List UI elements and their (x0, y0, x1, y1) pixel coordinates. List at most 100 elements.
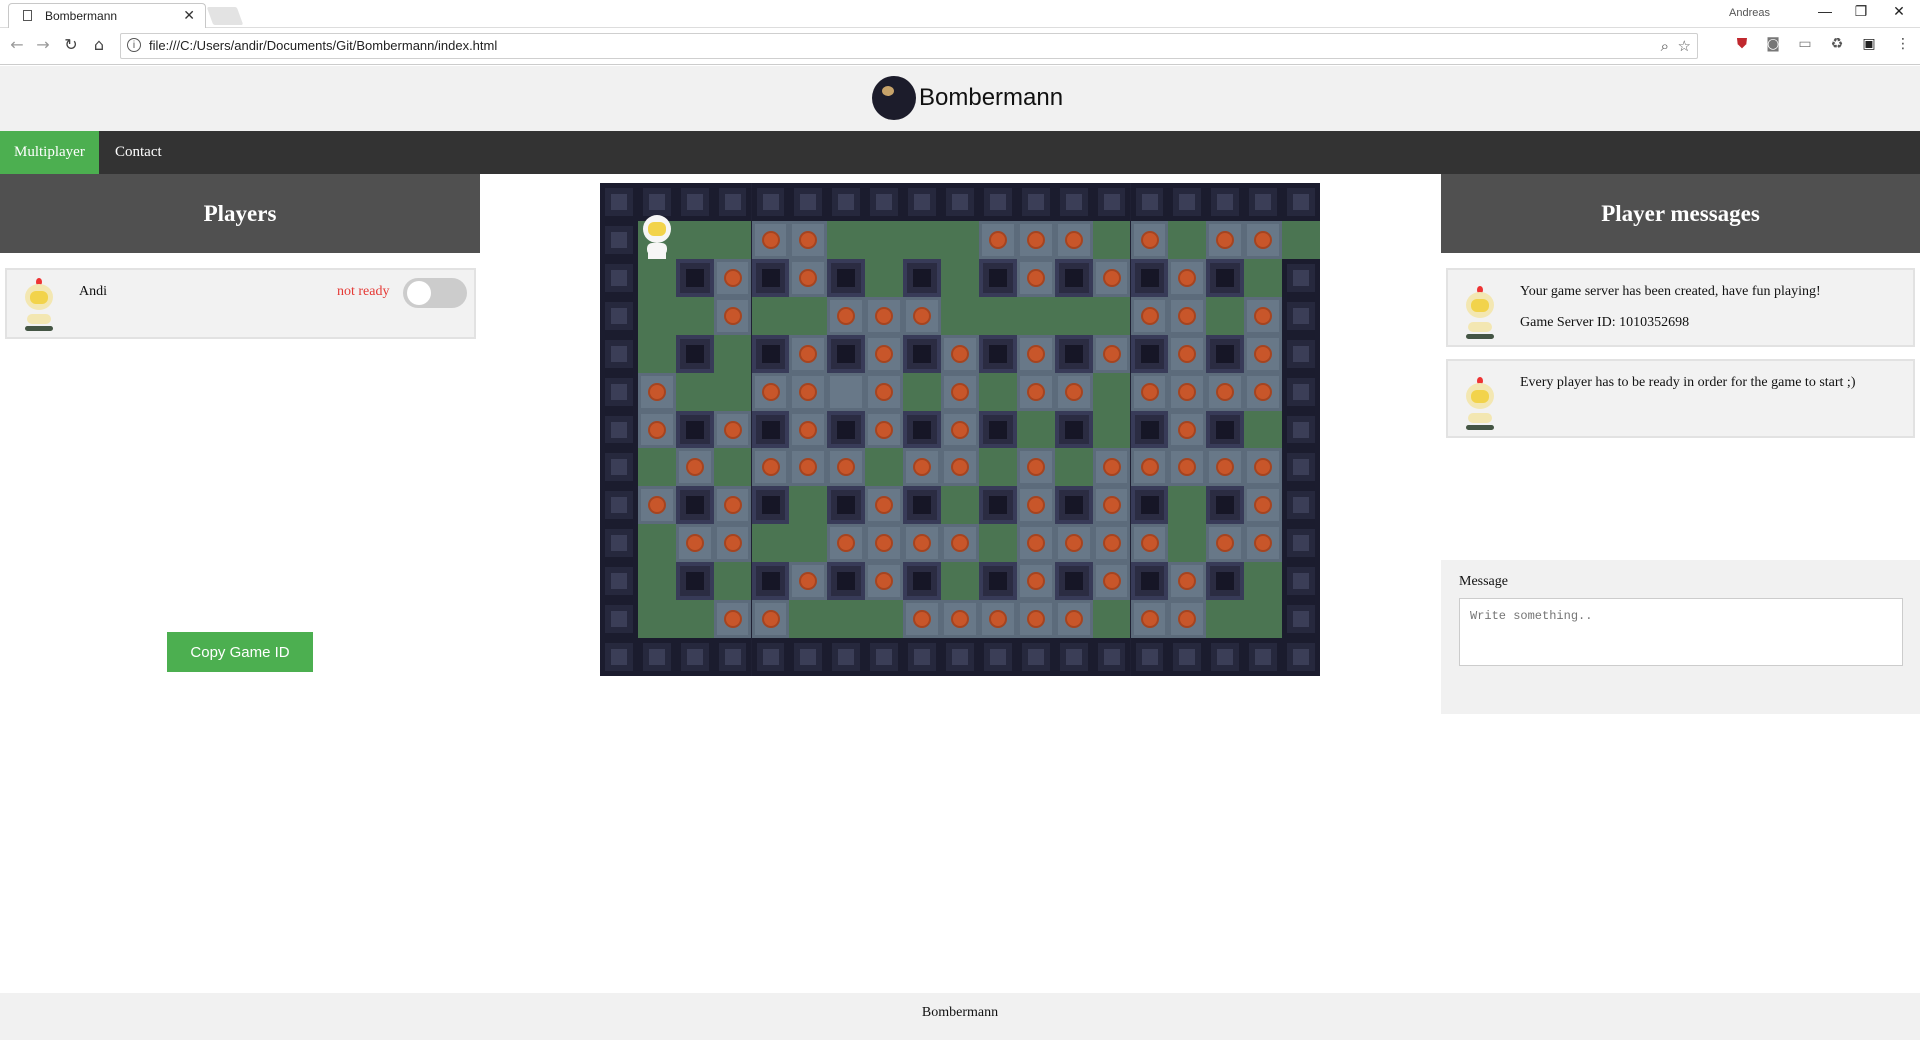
bomb-crate-tile (1016, 372, 1055, 411)
bomb-crate-tile (1168, 562, 1207, 601)
bomb-crate-tile (713, 296, 752, 335)
game-extension-icon[interactable]: ▣ (1859, 36, 1879, 56)
wall-tile (789, 638, 828, 676)
grass-tile (903, 372, 941, 411)
nav-item-multiplayer[interactable]: Multiplayer (0, 131, 99, 174)
bomb-crate-tile (1244, 334, 1282, 373)
grass-tile (675, 220, 714, 259)
minimize-icon[interactable]: — (1810, 3, 1840, 19)
grass-tile (1092, 410, 1131, 449)
profile-name[interactable]: Andreas (1729, 7, 1770, 19)
bomb-crate-tile (1130, 296, 1169, 335)
pillar-tile (1206, 258, 1245, 297)
bomb-crate-tile (1054, 220, 1093, 259)
bomb-crate-tile (713, 410, 752, 449)
wall-tile (1206, 638, 1245, 676)
message-avatar (1462, 373, 1498, 433)
pillar-tile (1054, 258, 1093, 297)
close-window-icon[interactable]: ✕ (1884, 3, 1914, 20)
bomb-crate-tile (1092, 258, 1131, 297)
grass-tile (1092, 220, 1131, 259)
nav-item-contact[interactable]: Contact (101, 131, 176, 174)
wall-tile (600, 562, 638, 601)
wall-tile (978, 638, 1017, 676)
bomb-crate-tile (1016, 258, 1055, 297)
browser-tab[interactable]: Bombermann ✕ (8, 3, 206, 28)
bomb-crate-tile (1168, 334, 1207, 373)
bomb-crate-tile (1130, 524, 1169, 563)
pillar-tile (751, 562, 790, 601)
bomb-crate-tile (1130, 372, 1169, 411)
bomb-crate-tile (1168, 448, 1207, 487)
wall-tile (827, 183, 866, 221)
pillar-tile (978, 410, 1017, 449)
bomb-crate-tile (941, 372, 979, 411)
bomb-crate-tile (789, 258, 828, 297)
bomb-crate-tile (827, 296, 866, 335)
new-tab-button[interactable] (206, 7, 244, 25)
bomb-logo-icon (872, 76, 916, 120)
grass-tile (713, 448, 752, 487)
bomb-crate-tile (1016, 220, 1055, 259)
restore-icon[interactable]: ❐ (1846, 3, 1876, 20)
grass-tile (941, 220, 979, 259)
bomb-crate-tile (789, 220, 828, 259)
wall-tile (1282, 183, 1320, 221)
zoom-icon[interactable]: ⌕ (1661, 37, 1669, 55)
info-icon[interactable]: i (127, 38, 141, 52)
bomb-crate-tile (637, 486, 676, 525)
home-icon[interactable]: ⌂ (88, 35, 110, 54)
wall-tile (600, 220, 638, 259)
screen-extension-icon[interactable]: ▭ (1795, 36, 1815, 56)
grass-tile (1244, 562, 1282, 601)
grass-tile (1016, 410, 1055, 449)
wall-tile (600, 638, 638, 676)
bomb-crate-tile (865, 410, 904, 449)
bomb-crate-tile (1168, 296, 1207, 335)
pillar-tile (751, 410, 790, 449)
url-text[interactable]: file:///C:/Users/andir/Documents/Git/Bom… (149, 38, 497, 53)
site-header: Bombermann (0, 66, 1920, 131)
bomb-crate-tile (865, 524, 904, 563)
bomb-crate-tile (903, 524, 941, 563)
pillar-tile (751, 334, 790, 373)
reload-icon[interactable]: ↻ (60, 35, 82, 54)
address-bar[interactable]: i file:///C:/Users/andir/Documents/Git/B… (120, 33, 1698, 59)
recycle-extension-icon[interactable]: ♻ (1827, 36, 1847, 56)
player-name: Andi (79, 284, 107, 299)
wall-tile (1282, 562, 1320, 601)
wall-tile (1054, 638, 1093, 676)
bookmark-star-icon[interactable]: ☆ (1678, 37, 1691, 55)
menu-icon[interactable]: ⋮ (1893, 36, 1913, 56)
message-composer: Message (1441, 560, 1920, 714)
wall-tile (1054, 183, 1093, 221)
forward-icon[interactable]: → (32, 35, 54, 54)
bomb-crate-tile (1244, 220, 1282, 259)
grass-tile (789, 600, 828, 639)
camera-extension-icon[interactable]: ◙ (1763, 36, 1783, 56)
back-icon[interactable]: ← (6, 35, 28, 54)
pillar-tile (827, 334, 866, 373)
ublock-extension-icon[interactable]: ⛊ (1732, 36, 1752, 56)
wall-tile (1016, 183, 1055, 221)
wall-tile (827, 638, 866, 676)
wall-tile (1244, 638, 1282, 676)
grass-tile (713, 334, 752, 373)
grass-tile (978, 296, 1017, 335)
grass-tile (637, 600, 676, 639)
wall-tile (600, 410, 638, 449)
bomb-crate-tile (1168, 258, 1207, 297)
pillar-tile (1130, 334, 1169, 373)
bomb-crate-tile (1244, 524, 1282, 563)
ready-toggle[interactable] (403, 278, 467, 308)
bomb-crate-tile (751, 448, 790, 487)
grass-tile (865, 258, 904, 297)
message-input[interactable] (1459, 598, 1903, 666)
game-board[interactable] (600, 183, 1320, 676)
toggle-knob (407, 281, 431, 305)
grass-tile (1282, 220, 1320, 259)
bomb-crate-tile (865, 562, 904, 601)
copy-game-id-button[interactable]: Copy Game ID (167, 632, 313, 672)
bomb-crate-tile (1130, 220, 1169, 259)
close-tab-icon[interactable]: ✕ (183, 7, 195, 24)
